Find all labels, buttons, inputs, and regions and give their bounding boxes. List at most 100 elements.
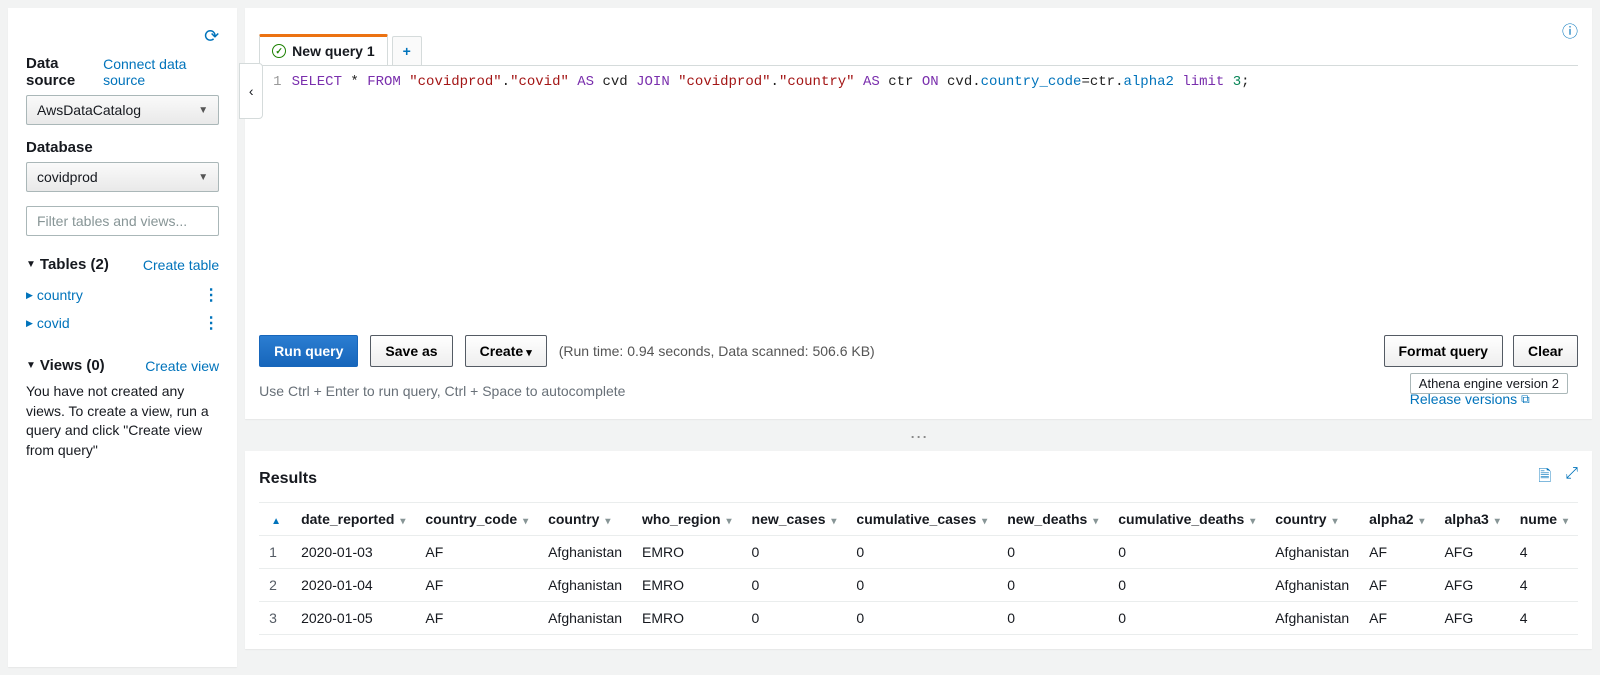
add-tab-button[interactable]: + <box>392 36 422 65</box>
table-actions-icon[interactable]: ⋮ <box>203 285 219 305</box>
cell: 0 <box>742 569 847 602</box>
tables-header[interactable]: ▼Tables (2) <box>26 256 109 273</box>
column-header[interactable]: who_region ▾ <box>632 503 741 536</box>
table-item[interactable]: ▶ country ⋮ <box>26 281 219 309</box>
cell: 2020-01-04 <box>291 569 415 602</box>
create-dropdown-button[interactable]: Create <box>465 335 547 367</box>
column-header[interactable]: new_cases ▾ <box>742 503 847 536</box>
cell: AF <box>415 536 538 569</box>
sort-icon: ▾ <box>605 516 610 527</box>
collapse-sidebar-handle[interactable]: ‹ <box>239 63 263 119</box>
cell: 0 <box>1108 602 1265 635</box>
external-link-icon: ⧉ <box>1521 392 1530 407</box>
cell: AF <box>1359 536 1434 569</box>
column-header[interactable]: alpha2 ▾ <box>1359 503 1434 536</box>
refresh-icon[interactable]: ⟳ <box>204 26 219 46</box>
sort-icon: ▾ <box>982 516 987 527</box>
cell: 0 <box>846 569 997 602</box>
column-header[interactable]: cumulative_cases ▾ <box>846 503 997 536</box>
column-header[interactable]: country ▾ <box>538 503 632 536</box>
column-header-index[interactable]: ▲ <box>259 503 291 536</box>
clear-button[interactable]: Clear <box>1513 335 1578 367</box>
sort-icon: ▾ <box>1563 516 1568 527</box>
column-header[interactable]: country ▾ <box>1265 503 1359 536</box>
cell: 0 <box>742 536 847 569</box>
line-number: 1 <box>273 74 291 311</box>
expand-results-icon[interactable]: ⤢ <box>1565 465 1578 492</box>
column-header[interactable]: country_code ▾ <box>415 503 538 536</box>
column-header[interactable]: nume ▾ <box>1510 503 1578 536</box>
cell: 0 <box>997 569 1108 602</box>
table-row: 12020-01-03AFAfghanistanEMRO0000Afghanis… <box>259 536 1578 569</box>
column-header[interactable]: date_reported ▾ <box>291 503 415 536</box>
sort-icon: ▾ <box>1419 516 1424 527</box>
chevron-down-icon: ▼ <box>198 105 208 116</box>
sort-icon: ▾ <box>400 516 405 527</box>
editor-panel: ⓘ ✓ New query 1 + 1 SELECT * FROM "covid… <box>245 8 1592 419</box>
database-label: Database <box>26 139 93 156</box>
download-results-icon[interactable]: 🗎 <box>1538 465 1551 492</box>
results-panel: Results 🗎 ⤢ ▲date_reported ▾country_code… <box>245 451 1592 649</box>
cell: 0 <box>997 536 1108 569</box>
column-header[interactable]: new_deaths ▾ <box>997 503 1108 536</box>
database-value: covidprod <box>37 169 98 185</box>
cell: EMRO <box>632 569 741 602</box>
cell: Afghanistan <box>538 536 632 569</box>
data-source-select[interactable]: AwsDataCatalog ▼ <box>26 95 219 125</box>
cell: AF <box>415 569 538 602</box>
row-index: 1 <box>259 536 291 569</box>
cell: 0 <box>846 536 997 569</box>
column-header[interactable]: alpha3 ▾ <box>1434 503 1509 536</box>
save-as-button[interactable]: Save as <box>370 335 452 367</box>
sort-icon: ▾ <box>1332 516 1337 527</box>
cell: AFG <box>1434 569 1509 602</box>
cell: AF <box>1359 569 1434 602</box>
sort-icon: ▾ <box>1093 516 1098 527</box>
column-header[interactable]: cumulative_deaths ▾ <box>1108 503 1265 536</box>
cell: EMRO <box>632 602 741 635</box>
panel-resize-handle[interactable]: ⋯ <box>245 427 1592 443</box>
cell: 2020-01-05 <box>291 602 415 635</box>
cell: Afghanistan <box>538 569 632 602</box>
cell: AFG <box>1434 602 1509 635</box>
cell: 4 <box>1510 602 1578 635</box>
cell: Afghanistan <box>1265 536 1359 569</box>
query-tab[interactable]: ✓ New query 1 <box>259 34 387 65</box>
cell: EMRO <box>632 536 741 569</box>
sort-icon: ▾ <box>1495 516 1500 527</box>
cell: Afghanistan <box>1265 569 1359 602</box>
format-query-button[interactable]: Format query <box>1384 335 1503 367</box>
sort-icon: ▾ <box>1250 516 1255 527</box>
database-select[interactable]: covidprod ▼ <box>26 162 219 192</box>
cell: 0 <box>846 602 997 635</box>
table-row: 22020-01-04AFAfghanistanEMRO0000Afghanis… <box>259 569 1578 602</box>
results-title: Results <box>259 470 317 488</box>
sidebar-panel: ⟳ Data source Connect data source AwsDat… <box>8 8 237 667</box>
sort-icon: ▾ <box>523 516 528 527</box>
table-name: covid <box>37 315 70 331</box>
connect-data-source-link[interactable]: Connect data source <box>103 56 219 88</box>
views-header[interactable]: ▼Views (0) <box>26 357 105 374</box>
query-tab-label: New query 1 <box>292 43 374 59</box>
create-table-link[interactable]: Create table <box>143 257 219 273</box>
chevron-right-icon: ▶ <box>26 290 33 301</box>
run-query-button[interactable]: Run query <box>259 335 358 367</box>
sort-icon: ▾ <box>831 516 836 527</box>
table-actions-icon[interactable]: ⋮ <box>203 313 219 333</box>
cell: 0 <box>742 602 847 635</box>
table-item[interactable]: ▶covid⋮ <box>26 309 219 337</box>
sort-icon: ▾ <box>727 516 732 527</box>
sql-editor[interactable]: 1 SELECT * FROM "covidprod"."covid" AS c… <box>259 65 1578 325</box>
views-empty-text: You have not created any views. To creat… <box>26 382 219 460</box>
row-index: 2 <box>259 569 291 602</box>
cell: AFG <box>1434 536 1509 569</box>
row-index: 3 <box>259 602 291 635</box>
cell: 0 <box>1108 569 1265 602</box>
cell: 0 <box>1108 536 1265 569</box>
cell: AF <box>415 602 538 635</box>
run-info-text: (Run time: 0.94 seconds, Data scanned: 5… <box>559 343 875 359</box>
editor-hint: Use Ctrl + Enter to run query, Ctrl + Sp… <box>259 383 625 399</box>
create-view-link[interactable]: Create view <box>145 358 219 374</box>
table-name: country <box>37 287 83 303</box>
filter-tables-input[interactable] <box>26 206 219 236</box>
